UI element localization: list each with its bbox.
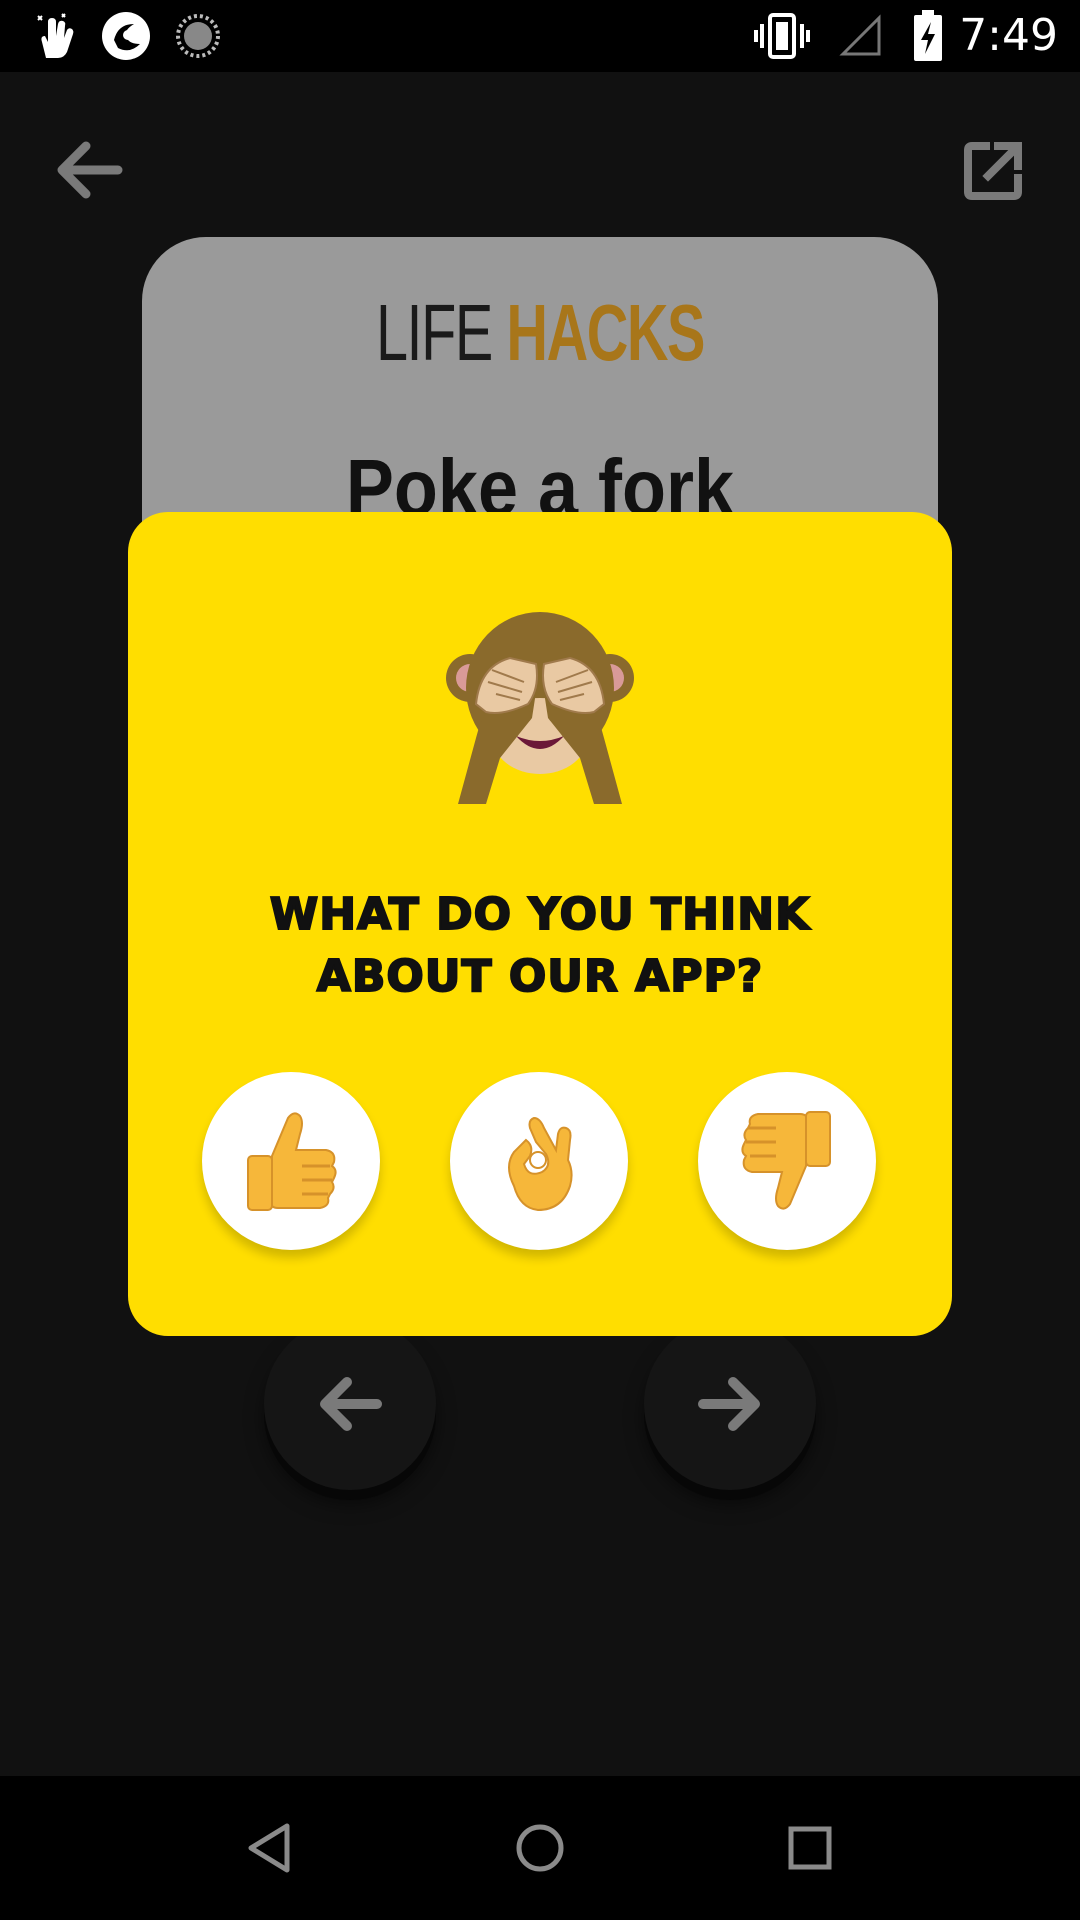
back-triangle-icon bbox=[248, 1823, 290, 1873]
thumbs-down-icon bbox=[741, 1111, 831, 1210]
status-bar: 7:49 bbox=[0, 0, 1080, 72]
previous-button[interactable] bbox=[264, 1318, 436, 1490]
ok-hand-icon bbox=[508, 1116, 573, 1212]
share-button[interactable] bbox=[944, 120, 1044, 220]
rate-neutral-button[interactable] bbox=[450, 1072, 628, 1250]
see-no-evil-monkey-icon bbox=[446, 612, 634, 804]
rate-negative-button[interactable] bbox=[698, 1072, 876, 1250]
question-line-2: ABOUT OUR APP? bbox=[316, 950, 764, 1003]
arrow-left-icon bbox=[320, 1377, 382, 1431]
arrow-left-icon bbox=[57, 141, 123, 199]
rating-dialog: WHAT DO YOU THINK ABOUT OUR APP? bbox=[128, 512, 952, 1336]
system-back-button[interactable] bbox=[230, 1808, 310, 1888]
system-home-button[interactable] bbox=[500, 1808, 580, 1888]
card-title-hacks: HACKS bbox=[506, 288, 705, 377]
battery-charging-icon bbox=[910, 10, 946, 62]
card-title-life: LIFE bbox=[375, 288, 493, 377]
system-navigation-bar bbox=[0, 1776, 1080, 1920]
sync-spinner-icon bbox=[172, 10, 224, 62]
back-button[interactable] bbox=[38, 120, 138, 220]
question-line-1: WHAT DO YOU THINK bbox=[269, 888, 811, 941]
signal-icon bbox=[836, 10, 886, 62]
gesture-icon bbox=[30, 10, 82, 62]
rating-question: WHAT DO YOU THINK ABOUT OUR APP? bbox=[128, 884, 952, 1008]
rate-positive-button[interactable] bbox=[202, 1072, 380, 1250]
next-button[interactable] bbox=[644, 1318, 816, 1490]
thumbs-up-icon bbox=[247, 1112, 337, 1211]
clock: 7:49 bbox=[959, 10, 1058, 61]
arrow-right-icon bbox=[698, 1377, 760, 1431]
share-external-icon bbox=[964, 142, 1022, 200]
vibrate-icon bbox=[752, 10, 812, 62]
recents-square-icon bbox=[788, 1826, 832, 1870]
app-notification-icon bbox=[98, 10, 154, 62]
card-title: LIFE HACKS bbox=[253, 287, 826, 379]
system-recents-button[interactable] bbox=[770, 1808, 850, 1888]
home-circle-icon bbox=[516, 1824, 564, 1872]
